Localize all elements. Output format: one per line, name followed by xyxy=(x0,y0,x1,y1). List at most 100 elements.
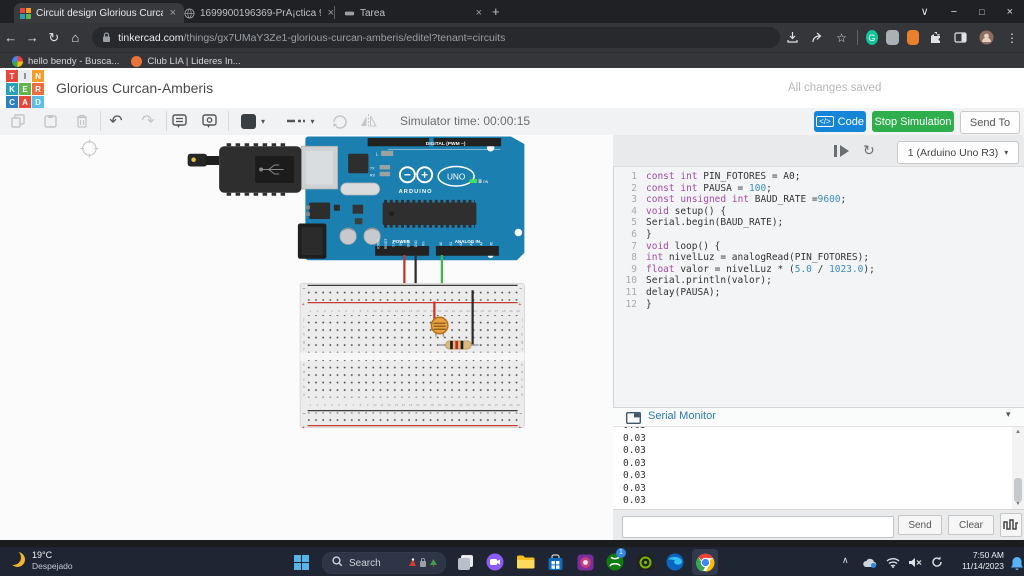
stop-simulation-button[interactable]: Stop Simulation xyxy=(872,111,954,132)
nvidia-app-icon[interactable] xyxy=(634,551,656,573)
edge-browser-icon[interactable] xyxy=(664,551,686,573)
tray-chevron-up-icon[interactable]: ∧ xyxy=(842,555,849,566)
code-line[interactable]: 2const int PAUSA = 100; xyxy=(617,183,1017,195)
serial-clear-button[interactable]: Clear xyxy=(948,515,994,535)
wire-style-dropdown[interactable]: ▾ xyxy=(282,112,320,130)
tab-tarea[interactable]: Tarea × xyxy=(338,3,490,23)
tab-search-icon[interactable]: ∨ xyxy=(910,5,940,18)
tab-circuit-design[interactable]: Circuit design Glorious Curcan- × xyxy=(14,3,184,23)
taskbar-search[interactable]: Search xyxy=(322,552,446,574)
close-tab-icon[interactable]: × xyxy=(168,7,178,19)
board-selector-dropdown[interactable]: 1 (Arduino Uno R3) ▾ xyxy=(897,141,1019,164)
code-line[interactable]: 5Serial.begin(BAUD_RATE); xyxy=(617,217,1017,229)
arduino-uno-board[interactable]: DIGITAL (PWM ~) L TX RX ARDUINO UNO xyxy=(298,137,525,261)
code-line[interactable]: 10Serial.println(valor); xyxy=(617,275,1017,287)
code-line[interactable]: 3const unsigned int BAUD_RATE =9600; xyxy=(617,194,1017,206)
generated-label: 13 xyxy=(395,403,399,407)
usb-cable[interactable] xyxy=(188,143,302,196)
collapse-serial-icon[interactable]: ▾ xyxy=(1006,409,1011,420)
grammarly-extension-icon[interactable]: G xyxy=(866,30,878,45)
scroll-up-icon[interactable]: ▲ xyxy=(1012,427,1024,437)
caret-down-icon: ▾ xyxy=(310,117,314,126)
minimize-icon[interactable]: − xyxy=(940,6,968,18)
bookmark-hello-bendy[interactable]: hello bendy - Busca... xyxy=(12,56,119,67)
reload-icon[interactable]: ↻ xyxy=(43,30,65,46)
logo-tile: D xyxy=(32,96,44,108)
weather-condition[interactable]: Despejado xyxy=(32,561,73,571)
bookmark-club-lia[interactable]: Club LIA | Lideres In... xyxy=(131,56,240,67)
onedrive-tray-icon[interactable] xyxy=(860,551,878,573)
bookmark-label: Club LIA | Lideres In... xyxy=(147,56,240,67)
code-button[interactable]: </>Code xyxy=(814,111,866,132)
new-tab-button[interactable]: + xyxy=(492,4,500,19)
microsoft-store-icon[interactable] xyxy=(544,551,566,573)
generated-label: A4 xyxy=(479,242,483,246)
wifi-tray-icon[interactable] xyxy=(884,551,902,573)
serial-input[interactable] xyxy=(622,516,894,538)
delete-button[interactable] xyxy=(72,112,92,130)
taskbar-clock[interactable]: 7:50 AM 11/14/2023 xyxy=(952,550,1004,571)
extension-icon[interactable] xyxy=(907,30,919,45)
serial-monitor-output[interactable]: 0.030.030.030.030.030.030.03 xyxy=(613,427,1012,509)
file-explorer-icon[interactable] xyxy=(514,551,536,573)
share-icon[interactable] xyxy=(811,31,824,44)
code-line[interactable]: 12} xyxy=(617,299,1017,311)
weather-moon-icon[interactable] xyxy=(10,552,25,567)
breadboard[interactable]: 1122334455667788991010111112121313141415… xyxy=(300,284,524,432)
address-bar[interactable]: tinkercad.com/things/gx7UMaY3Ze1-gloriou… xyxy=(92,27,780,48)
photos-app-icon[interactable] xyxy=(574,551,596,573)
circuit-canvas[interactable]: DIGITAL (PWM ~) L TX RX ARDUINO UNO xyxy=(0,135,613,540)
debug-button[interactable] xyxy=(833,144,849,163)
generated-label: g xyxy=(303,340,305,344)
code-line[interactable]: 8int nivelLuz = analogRead(PIN_FOTORES); xyxy=(617,252,1017,264)
code-line[interactable]: 11delay(PAUSA); xyxy=(617,287,1017,299)
design-title[interactable]: Glorious Curcan-Amberis xyxy=(56,80,213,96)
code-line[interactable]: 4void setup() { xyxy=(617,206,1017,218)
zoom-to-fit-button[interactable] xyxy=(80,140,98,158)
undo-button[interactable]: ↶ xyxy=(104,112,128,130)
copy-button[interactable] xyxy=(8,112,28,130)
code-line[interactable]: 6} xyxy=(617,229,1017,241)
code-line[interactable]: 1const int PIN_FOTORES = A0; xyxy=(617,171,1017,183)
volume-muted-tray-icon[interactable] xyxy=(906,551,924,573)
serial-graph-button[interactable] xyxy=(1000,513,1022,537)
paste-button[interactable] xyxy=(40,112,60,130)
send-to-button[interactable]: Send To xyxy=(960,111,1020,134)
serial-send-button[interactable]: Send xyxy=(898,515,942,535)
extension-icon[interactable] xyxy=(886,30,898,45)
chrome-browser-icon[interactable] xyxy=(694,551,716,573)
code-line[interactable]: 7void loop() { xyxy=(617,241,1017,253)
home-icon[interactable]: ⌂ xyxy=(65,30,87,45)
tinkercad-logo[interactable]: TINKERCAD xyxy=(6,70,44,108)
tab-practica[interactable]: 1699900196369-PrÃ¡ctica 9. Foto × xyxy=(178,3,342,23)
bookmark-star-icon[interactable]: ☆ xyxy=(836,31,847,45)
forward-icon[interactable]: → xyxy=(22,30,44,45)
color-swatch-dropdown[interactable]: ▾ xyxy=(236,112,270,130)
start-button[interactable] xyxy=(294,555,309,570)
notes-button[interactable] xyxy=(168,112,190,130)
back-icon[interactable]: ← xyxy=(0,30,22,45)
code-editor[interactable]: 1const int PIN_FOTORES = A0;2const int P… xyxy=(617,171,1017,310)
rotate-button[interactable] xyxy=(328,112,350,130)
mirror-flip-button[interactable] xyxy=(356,112,380,130)
generated-label: 17 xyxy=(423,309,427,313)
scrollbar-thumb[interactable] xyxy=(1014,478,1022,502)
restart-simulation-button[interactable]: ↻ xyxy=(863,142,875,159)
code-line[interactable]: 9float valor = nivelLuz * (5.0 / 1023.0)… xyxy=(617,264,1017,276)
download-icon[interactable] xyxy=(786,31,799,44)
extensions-puzzle-icon[interactable] xyxy=(929,31,942,44)
browser-menu-kebab-icon[interactable]: ⋮ xyxy=(1006,31,1018,45)
redo-button[interactable]: ↷ xyxy=(136,112,160,130)
uno-label: UNO xyxy=(447,172,466,181)
weather-temperature[interactable]: 19°C xyxy=(32,550,52,560)
update-restart-tray-icon[interactable] xyxy=(928,551,946,573)
notifications-bell-icon[interactable] xyxy=(1006,552,1024,574)
task-view-button[interactable] xyxy=(454,551,476,573)
chat-app-icon[interactable] xyxy=(484,551,506,573)
close-window-icon[interactable]: × xyxy=(996,6,1024,18)
maximize-icon[interactable]: □ xyxy=(968,7,995,17)
side-panel-icon[interactable] xyxy=(954,31,967,44)
close-tab-icon[interactable]: × xyxy=(474,7,484,19)
profile-avatar[interactable] xyxy=(979,30,994,45)
annotation-label-button[interactable] xyxy=(198,112,220,130)
